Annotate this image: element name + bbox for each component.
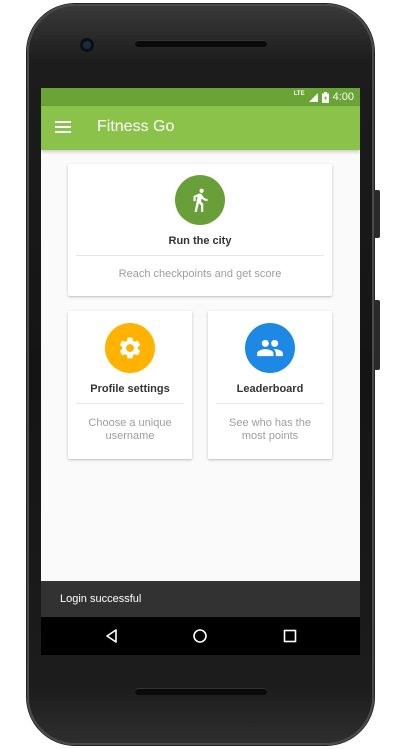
card-title: Run the city [168,235,232,247]
leaderboard-card[interactable]: Leaderboard See who has the most points [208,311,332,459]
status-bar: LTE 4:00 [41,88,360,106]
network-type-label: LTE [293,91,305,97]
card-divider [76,403,184,404]
snackbar-message: Login successful [60,593,142,605]
back-triangle-icon[interactable] [104,628,120,644]
volume-button [374,190,380,238]
power-button [374,300,380,370]
system-navigation-bar [41,617,360,655]
recents-square-icon[interactable] [282,628,298,644]
card-title: Profile settings [90,383,170,395]
group-people-icon [245,323,295,373]
signal-icon [308,92,318,102]
home-circle-icon[interactable] [192,628,208,644]
battery-charging-icon [321,91,329,103]
app-toolbar: Fitness Go [41,106,360,150]
card-description: See who has the most points [229,417,311,442]
card-description: Reach checkpoints and get score [118,268,282,280]
status-icons: LTE 4:00 [294,90,354,104]
bottom-speaker-grille [135,688,267,695]
profile-settings-card[interactable]: Profile settings Choose a unique usernam… [68,311,192,459]
gear-icon [105,323,155,373]
card-description: Choose a unique username [88,417,172,442]
card-divider [216,403,324,404]
app-title: Fitness Go [97,118,175,135]
snackbar: Login successful [41,581,360,617]
hamburger-menu-icon[interactable] [55,121,71,135]
running-person-icon [175,175,225,225]
app-screen: LTE 4:00 Fitness Go Run the city Reach c… [41,88,360,617]
card-divider [76,255,324,256]
card-title: Leaderboard [236,383,304,395]
front-camera [80,38,94,52]
device-mockup: LTE 4:00 Fitness Go Run the city Reach c… [0,0,404,749]
top-speaker-grille [135,40,267,47]
run-the-city-card[interactable]: Run the city Reach checkpoints and get s… [68,164,332,296]
status-time: 4:00 [332,91,354,103]
